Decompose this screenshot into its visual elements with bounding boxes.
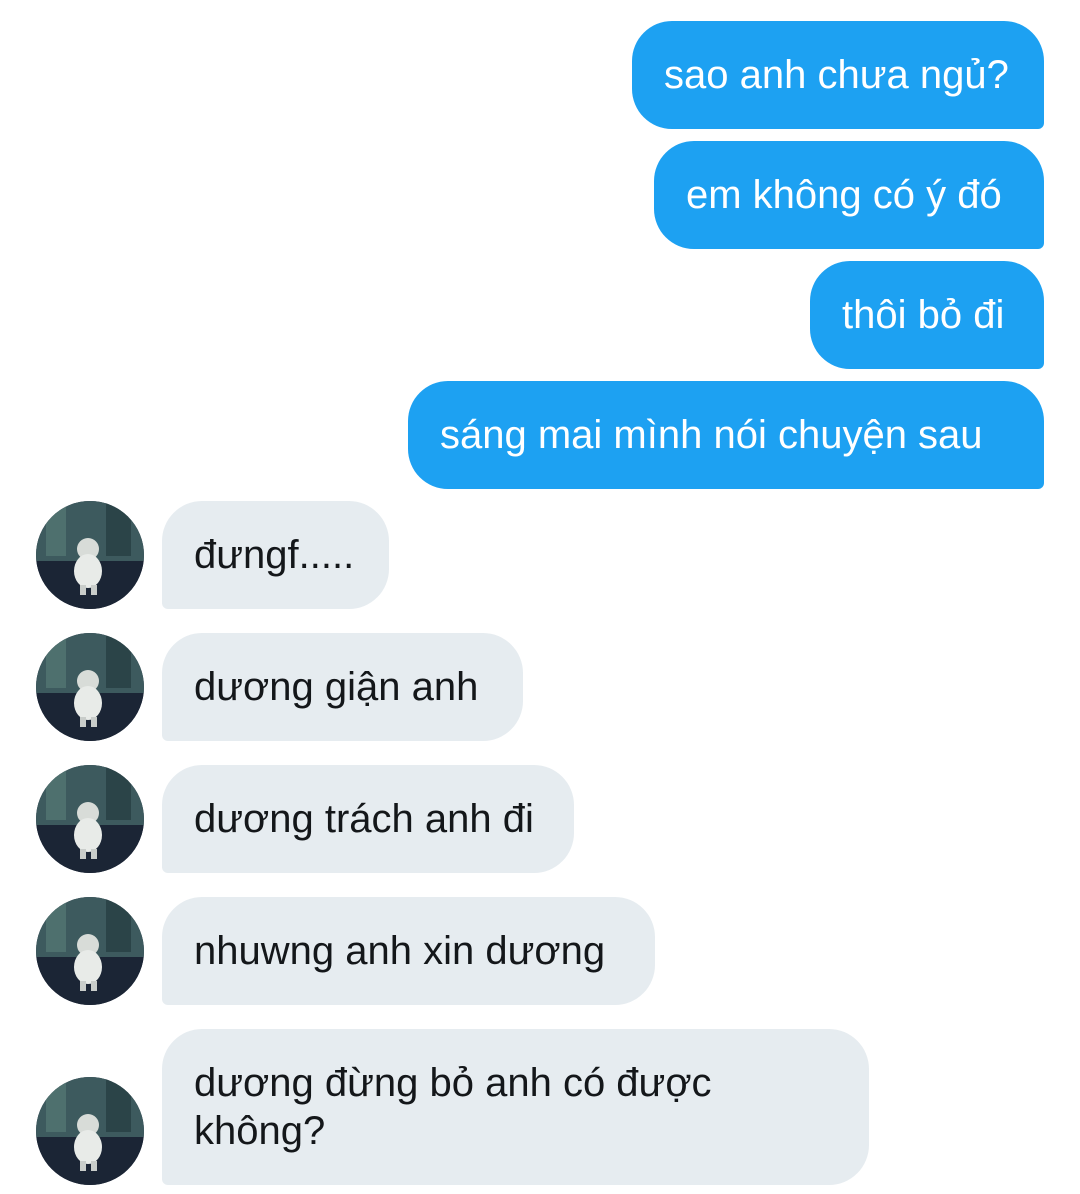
avatar-image — [36, 765, 144, 873]
received-message-bubble[interactable]: dương đừng bỏ anh có được không? — [162, 1029, 869, 1185]
message-text: thôi bỏ đi — [842, 293, 1005, 337]
sent-message-bubble[interactable]: thôi bỏ đi — [810, 261, 1044, 369]
received-message-bubble[interactable]: dương trách anh đi — [162, 765, 574, 873]
received-message-bubble[interactable]: dương giận anh — [162, 633, 523, 741]
contact-avatar[interactable] — [36, 1077, 144, 1185]
message-text: em không có ý đó — [686, 173, 1002, 217]
contact-avatar[interactable] — [36, 765, 144, 873]
received-message-bubble[interactable]: đưngf..... — [162, 501, 389, 609]
contact-avatar[interactable] — [36, 897, 144, 1005]
message-text: nhuwng anh xin dương — [194, 929, 606, 973]
sent-message-bubble[interactable]: sao anh chưa ngủ? — [632, 21, 1044, 129]
message-text: dương giận anh — [194, 665, 479, 709]
avatar-image — [36, 1077, 144, 1185]
message-text: sao anh chưa ngủ? — [664, 53, 1009, 97]
contact-avatar[interactable] — [36, 633, 144, 741]
sent-message-bubble[interactable]: em không có ý đó — [654, 141, 1044, 249]
message-text: dương trách anh đi — [194, 797, 534, 841]
message-text: đưngf..... — [194, 533, 355, 577]
avatar-image — [36, 501, 144, 609]
avatar-image — [36, 897, 144, 1005]
avatar-image — [36, 633, 144, 741]
message-text: sáng mai mình nói chuyện sau — [440, 413, 983, 457]
contact-avatar[interactable] — [36, 501, 144, 609]
message-text: dương đừng bỏ anh có được không? — [194, 1061, 712, 1153]
sent-message-bubble[interactable]: sáng mai mình nói chuyện sau — [408, 381, 1044, 489]
received-message-bubble[interactable]: nhuwng anh xin dương — [162, 897, 655, 1005]
